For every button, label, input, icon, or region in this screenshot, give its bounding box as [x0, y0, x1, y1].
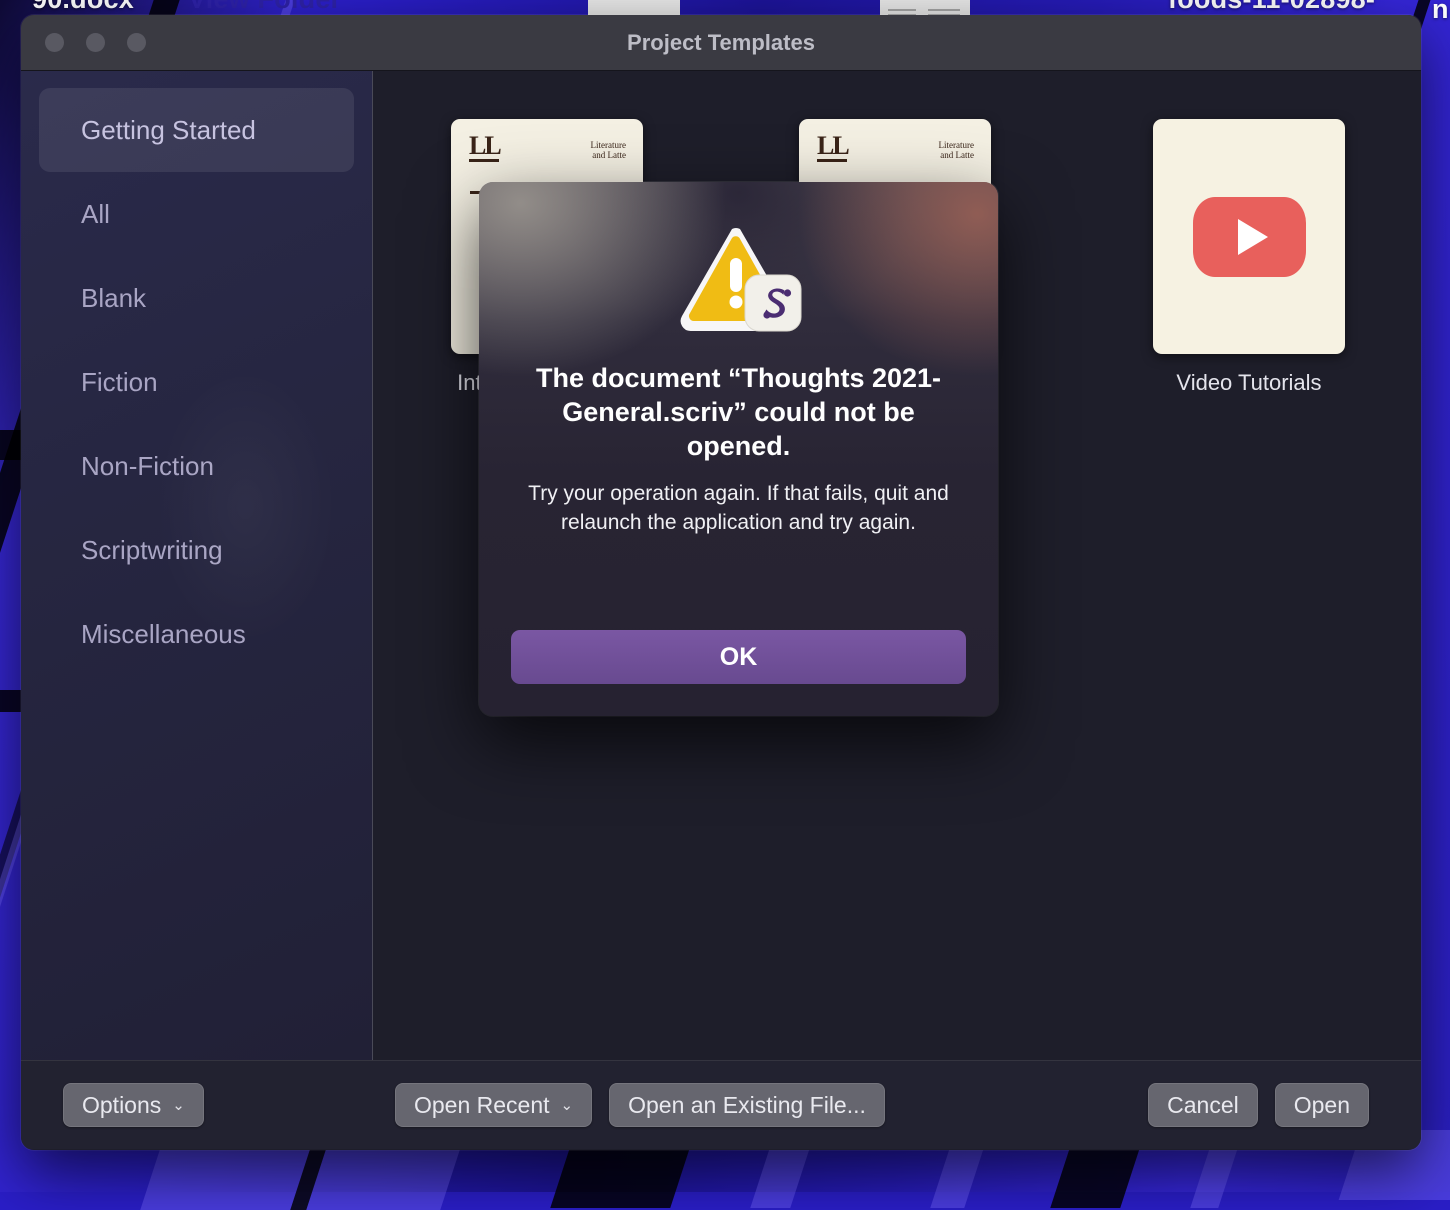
options-label: Options [82, 1092, 161, 1119]
open-recent-button[interactable]: Open Recent ⌄ [395, 1083, 592, 1127]
literature-latte-logo-icon: LL [469, 137, 500, 162]
ok-button[interactable]: OK [511, 630, 966, 684]
footer-left-group: Options ⌄ [63, 1083, 204, 1127]
literature-latte-logo-icon: LL [817, 137, 848, 162]
template-thumbnail [1153, 119, 1345, 354]
error-dialog: The document “Thoughts 2021-General.scri… [479, 182, 998, 716]
template-card-video-tutorials[interactable]: Video Tutorials [1153, 119, 1345, 396]
literature-latte-wordmark: Literatureand Latte [939, 140, 974, 161]
open-existing-label: Open an Existing File... [628, 1092, 866, 1119]
dialog-title: The document “Thoughts 2021-General.scri… [511, 361, 966, 463]
sidebar-item-scriptwriting[interactable]: Scriptwriting [39, 508, 354, 592]
desktop-item-label: View Folder [188, 0, 341, 15]
window-titlebar: Project Templates [21, 15, 1421, 71]
traffic-light-buttons [45, 33, 146, 52]
sidebar-item-label: Non-Fiction [81, 451, 214, 482]
sidebar-item-all[interactable]: All [39, 172, 354, 256]
desktop-item-label: n [1432, 0, 1449, 25]
sidebar-item-label: Fiction [81, 367, 158, 398]
window-title: Project Templates [21, 30, 1421, 56]
minimize-button[interactable] [86, 33, 105, 52]
sidebar-item-label: All [81, 199, 110, 230]
sidebar-item-miscellaneous[interactable]: Miscellaneous [39, 592, 354, 676]
warning-triangle-icon [676, 220, 802, 332]
sidebar-item-label: Scriptwriting [81, 535, 223, 566]
open-recent-label: Open Recent [414, 1092, 550, 1119]
cancel-button[interactable]: Cancel [1148, 1083, 1258, 1127]
category-sidebar: Getting Started All Blank Fiction Non-Fi… [21, 71, 373, 1060]
chevron-down-icon: ⌄ [561, 1096, 574, 1114]
literature-latte-wordmark: Literatureand Latte [591, 140, 626, 161]
sidebar-item-getting-started[interactable]: Getting Started [39, 88, 354, 172]
zoom-button[interactable] [127, 33, 146, 52]
sidebar-item-label: Miscellaneous [81, 619, 246, 650]
sidebar-item-label: Getting Started [81, 115, 256, 146]
cancel-label: Cancel [1167, 1092, 1239, 1119]
open-button[interactable]: Open [1275, 1083, 1369, 1127]
window-footer: Options ⌄ Open Recent ⌄ Open an Existing… [21, 1060, 1421, 1149]
footer-right-group: Cancel Open [1148, 1083, 1369, 1127]
scrivener-badge-icon [744, 274, 802, 332]
dialog-message: Try your operation again. If that fails,… [519, 480, 959, 538]
sidebar-item-label: Blank [81, 283, 146, 314]
footer-center-group: Open Recent ⌄ Open an Existing File... [395, 1083, 885, 1127]
close-button[interactable] [45, 33, 64, 52]
project-templates-window: Project Templates Getting Started All Bl… [21, 15, 1421, 1150]
sidebar-item-non-fiction[interactable]: Non-Fiction [39, 424, 354, 508]
desktop-item-label: foods-11-02898- [1168, 0, 1375, 15]
template-caption: Video Tutorials [1153, 370, 1345, 396]
youtube-play-icon [1193, 197, 1306, 277]
chevron-down-icon: ⌄ [172, 1096, 185, 1114]
sidebar-item-blank[interactable]: Blank [39, 256, 354, 340]
sidebar-item-fiction[interactable]: Fiction [39, 340, 354, 424]
open-label: Open [1294, 1092, 1350, 1119]
open-existing-file-button[interactable]: Open an Existing File... [609, 1083, 885, 1127]
desktop-item-label: 90.docx [32, 0, 134, 15]
options-button[interactable]: Options ⌄ [63, 1083, 204, 1127]
